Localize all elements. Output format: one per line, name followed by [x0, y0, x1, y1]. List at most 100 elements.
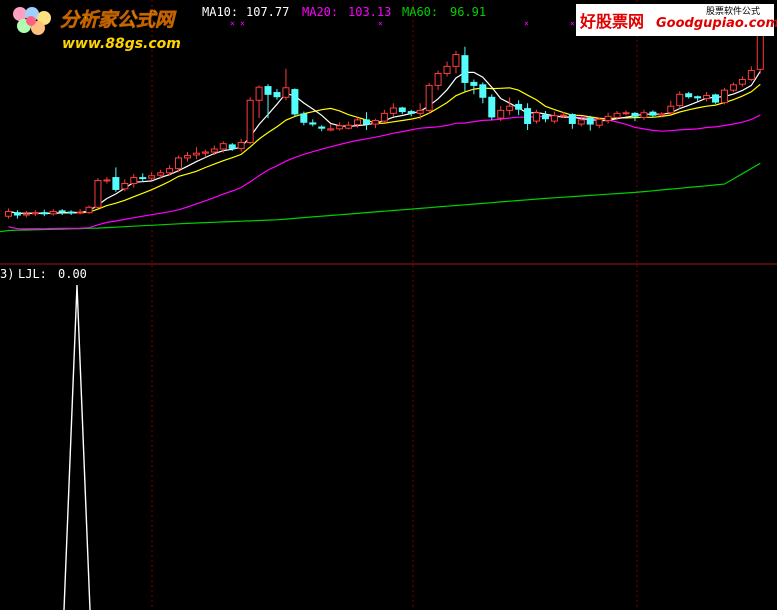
- candle-down: [112, 177, 120, 190]
- candle-up: [130, 177, 138, 185]
- candle-up: [380, 112, 388, 122]
- signal-mark: ×: [524, 19, 529, 28]
- ma20-label: MA20:: [302, 5, 338, 19]
- candle-up: [425, 84, 433, 111]
- candle-up: [416, 109, 424, 114]
- candle-down: [58, 210, 66, 213]
- candle-down: [40, 212, 48, 215]
- ma60-value: 96.91: [450, 5, 486, 19]
- candle-up: [103, 179, 111, 182]
- kline-chart[interactable]: ××××××× MA10: 107.77 MA20: 103.13 MA60: …: [0, 0, 777, 610]
- candle-down: [291, 89, 299, 115]
- candle-up: [738, 78, 746, 85]
- candle-up: [282, 87, 290, 98]
- candle-up: [157, 172, 165, 176]
- candle-up: [246, 99, 254, 143]
- signal-mark: ×: [240, 19, 245, 28]
- candle-up: [121, 183, 129, 190]
- candle-down: [264, 86, 272, 95]
- candle-up: [595, 118, 603, 126]
- ma10-label: MA10:: [202, 5, 238, 19]
- goodgupiao-subtitle: 股票软件公式: [706, 5, 760, 17]
- candle-up: [559, 114, 567, 117]
- candle-up: [94, 180, 102, 208]
- candle-down: [541, 114, 549, 120]
- candle-down: [515, 103, 523, 110]
- candle-up: [354, 119, 362, 126]
- candle-down: [586, 117, 594, 125]
- candle-down: [712, 94, 720, 103]
- candle-up: [640, 112, 648, 119]
- ljl-label: LJL:: [18, 267, 47, 281]
- candle-down: [631, 112, 639, 117]
- candle-up: [4, 210, 12, 217]
- signal-mark: ×: [378, 19, 383, 28]
- logo-title: 分析家公式网: [60, 9, 177, 31]
- candle-up: [345, 124, 353, 129]
- candle-up: [148, 175, 156, 179]
- ma60-label: MA60:: [402, 5, 438, 19]
- signal-mark: ×: [230, 19, 235, 28]
- ma10-value: 107.77: [246, 5, 289, 19]
- candle-down: [488, 96, 496, 118]
- candle-down: [13, 212, 21, 216]
- candle-up: [533, 112, 541, 122]
- logo-goodgupiao: 好股票网 Goodgupiao.com 股票软件公式: [576, 4, 777, 36]
- candle-up: [434, 73, 442, 86]
- candle-up: [210, 148, 218, 153]
- candle-down: [318, 126, 326, 129]
- candle-up: [497, 109, 505, 119]
- candle-up: [201, 151, 209, 154]
- candle-down: [67, 211, 75, 214]
- candle-up: [371, 119, 379, 125]
- candle-down: [362, 119, 370, 125]
- candle-up: [667, 105, 675, 114]
- candle-up: [747, 70, 755, 80]
- candle-down: [407, 111, 415, 114]
- candle-up: [183, 155, 191, 159]
- candle-down: [273, 92, 281, 98]
- candle-down: [524, 108, 532, 124]
- candle-down: [685, 93, 693, 98]
- candle-up: [577, 119, 585, 125]
- candle-up: [604, 115, 612, 121]
- ma20-value: 103.13: [348, 5, 391, 19]
- candle-down: [300, 113, 308, 123]
- candle-up: [31, 212, 39, 215]
- chart-background: [0, 0, 777, 610]
- candle-down: [479, 84, 487, 98]
- candle-up: [49, 210, 57, 215]
- candle-down: [568, 114, 576, 124]
- candle-up: [658, 113, 666, 116]
- candle-up: [720, 89, 728, 104]
- candle-up: [506, 105, 514, 111]
- candle-down: [461, 55, 469, 83]
- candle-up: [22, 213, 30, 216]
- candle-up: [676, 93, 684, 107]
- candle-up: [622, 112, 630, 115]
- candle-up: [756, 30, 764, 70]
- candle-down: [398, 107, 406, 113]
- ljl-value: 0.00: [58, 267, 87, 281]
- candle-up: [613, 112, 621, 119]
- candle-down: [649, 111, 657, 116]
- candle-down: [309, 122, 317, 125]
- candle-down: [228, 144, 236, 149]
- candle-up: [192, 152, 200, 156]
- goodgupiao-domain: Goodgupiao.com: [656, 16, 777, 31]
- candle-up: [703, 95, 711, 99]
- logo-url: www.88gs.com: [62, 36, 181, 52]
- candle-up: [550, 115, 558, 122]
- signal-mark: ×: [570, 19, 575, 28]
- candle-down: [470, 81, 478, 86]
- candle-up: [219, 143, 227, 150]
- candle-down: [139, 177, 147, 180]
- candle-up: [175, 157, 183, 170]
- candle-up: [389, 107, 397, 114]
- candle-down: [694, 96, 702, 99]
- indicator-pane-number: 3): [0, 267, 14, 281]
- candle-up: [327, 128, 335, 131]
- candle-up: [336, 125, 344, 130]
- candle-up: [166, 168, 174, 174]
- candle-up: [452, 53, 460, 67]
